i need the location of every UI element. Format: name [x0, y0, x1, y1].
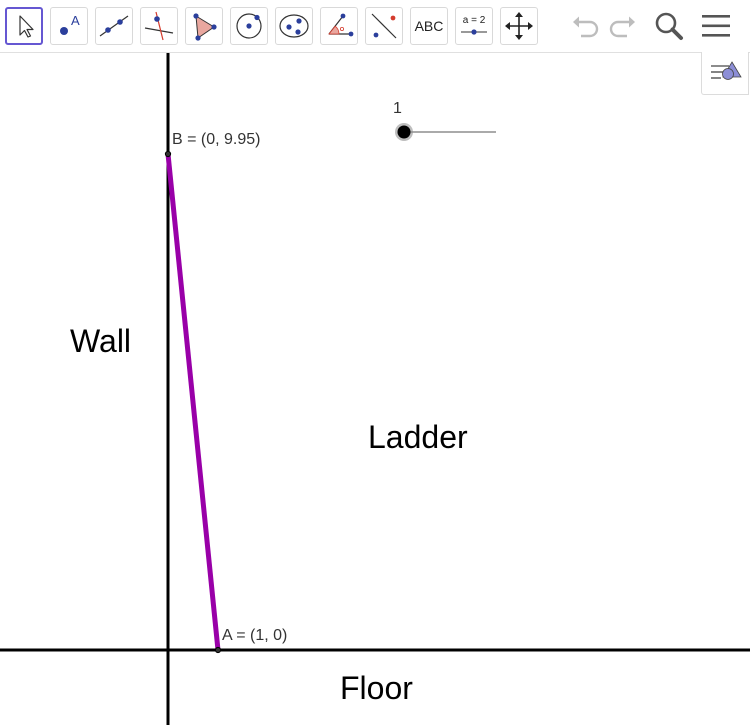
point-a[interactable]	[214, 646, 222, 654]
point-b-label: B = (0, 9.95)	[172, 131, 261, 148]
ladder-segment[interactable]	[165, 153, 221, 651]
tool-reflect[interactable]	[365, 7, 403, 45]
wall-text[interactable]: Wall	[70, 323, 131, 360]
tool-ellipse[interactable]	[275, 7, 313, 45]
tool-move[interactable]	[5, 7, 43, 45]
redo-button[interactable]	[604, 7, 642, 45]
tool-angle[interactable]	[320, 7, 358, 45]
main-menu-button[interactable]	[697, 7, 735, 45]
geogebra-app: A ABC a = 2 1 B = (0, 9.95) A = (1, 0) W…	[0, 0, 750, 725]
tool-perpendicular[interactable]	[140, 7, 178, 45]
slider-knob[interactable]	[397, 125, 411, 139]
tool-circle[interactable]	[230, 7, 268, 45]
tool-line[interactable]	[95, 7, 133, 45]
undo-button[interactable]	[566, 7, 604, 45]
text-tool-icon: ABC	[414, 18, 444, 34]
tool-slider[interactable]: a = 2	[455, 7, 493, 45]
point-a-label: A = (1, 0)	[222, 627, 288, 644]
svg-text:A: A	[71, 13, 80, 28]
search-button[interactable]	[650, 7, 688, 45]
floor-text[interactable]: Floor	[340, 670, 413, 707]
tool-point[interactable]: A	[50, 7, 88, 45]
ladder-text[interactable]: Ladder	[368, 419, 468, 456]
tool-polygon[interactable]	[185, 7, 223, 45]
slider-tool-label: a = 2	[463, 15, 486, 26]
tool-move-graphics-view[interactable]	[500, 7, 538, 45]
point-b[interactable]	[164, 150, 172, 158]
tool-text[interactable]: ABC	[410, 7, 448, 45]
graphics-view[interactable]: 1 B = (0, 9.95) A = (1, 0) Wall Ladder F…	[0, 53, 750, 725]
toolbar: A ABC a = 2	[0, 0, 750, 53]
slider-value-label: 1	[393, 100, 402, 117]
